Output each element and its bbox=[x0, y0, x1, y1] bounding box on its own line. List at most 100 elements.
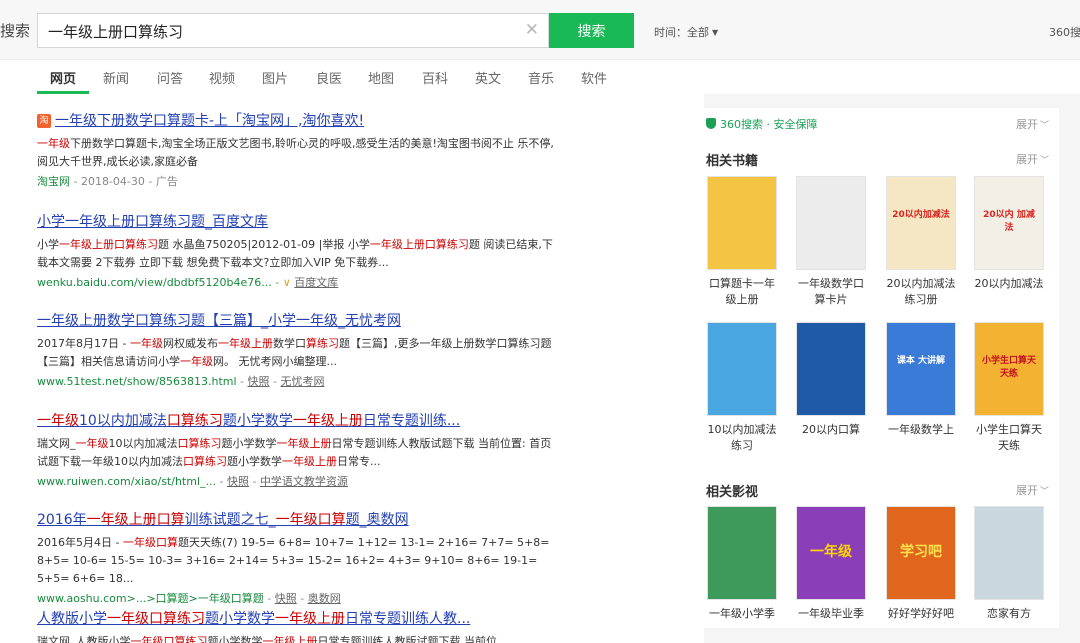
title-text: 2016年 bbox=[37, 512, 87, 528]
result-description: 2017年8月17日 - 一年级网权威发布一年级上册数学口算练习题【三篇】,更多… bbox=[37, 335, 557, 371]
video-label: 好好学好好吧 bbox=[888, 607, 954, 620]
source-link[interactable]: 无忧考网 bbox=[280, 375, 324, 388]
search-result: 2016年一年级上册口算训练试题之七_一年级口算题_奥数网 2016年5月4日 -… bbox=[37, 509, 557, 606]
video-label: 一年级小学季 bbox=[709, 607, 775, 620]
tab-item[interactable]: 新闻 bbox=[103, 68, 129, 87]
book-item[interactable]: 课本 大讲解 一年级数学上 bbox=[885, 322, 957, 438]
result-url-line: www.ruiwen.com/xiao/st/html_... - 快照 - 中… bbox=[37, 473, 557, 489]
result-description: 瑞文网_人教版小学一年级口算练习题小学数学一年级上册日常专题训练人教版试题下载 … bbox=[37, 633, 557, 643]
book-label: 20以内口算 bbox=[802, 423, 860, 436]
title-text: 小学一年级上册口算练习题_百度文库 bbox=[37, 214, 268, 230]
result-meta: - 2018-04-30 - 广告 bbox=[70, 175, 178, 188]
book-cover-image bbox=[707, 176, 777, 270]
book-cover-image: 20以内 加减法 bbox=[974, 176, 1044, 270]
source-link[interactable]: 中学语文教学资源 bbox=[260, 475, 348, 488]
title-text: 10以内加减法 bbox=[79, 413, 167, 429]
book-label: 20以内加减法练习册 bbox=[886, 277, 956, 306]
book-label: 口算题卡一年级上册 bbox=[709, 277, 775, 306]
tab-item[interactable]: 图片 bbox=[262, 68, 288, 87]
description-text: 题小学数学 bbox=[221, 437, 277, 450]
separator: - bbox=[296, 592, 308, 605]
video-item[interactable]: 一年级 一年级毕业季 bbox=[795, 506, 867, 622]
result-description: 小学一年级上册口算练习题 水晶鱼750205|2012-01-09 |举报 小学… bbox=[37, 236, 557, 272]
expand-safe-button[interactable]: 展开 ﹀ bbox=[1016, 116, 1049, 132]
search-result: 淘一年级下册数学口算题卡-上「淘宝网」,淘你喜欢! 一年级下册数学口算题卡,淘宝全… bbox=[37, 110, 557, 189]
book-item[interactable]: 20以内 加减法 20以内加减法 bbox=[973, 176, 1045, 292]
description-text: 一年级上册 bbox=[276, 437, 332, 450]
result-title-link[interactable]: 一年级10以内加减法口算练习题小学数学一年级上册日常专题训练... bbox=[37, 410, 557, 430]
source-link[interactable]: 百度文库 bbox=[294, 276, 338, 289]
result-url: wenku.baidu.com/view/dbdbf5120b4e76... bbox=[37, 276, 272, 289]
description-text: 2016年5月4日 - bbox=[37, 536, 123, 549]
cover-title: 小学生口算天天练 bbox=[981, 356, 1036, 379]
verified-icon: ∨ bbox=[282, 276, 295, 289]
expand-books-button[interactable]: 展开 ﹀ bbox=[1016, 151, 1049, 167]
search-button[interactable]: 搜索 bbox=[549, 13, 634, 48]
search-result: 人教版小学一年级口算练习题小学数学一年级上册日常专题训练人教... 瑞文网_人教版… bbox=[37, 608, 557, 643]
result-meta: - bbox=[271, 276, 283, 289]
snapshot-link[interactable]: 快照 bbox=[248, 375, 270, 388]
video-item[interactable]: 学习吧 好好学好好吧 bbox=[885, 506, 957, 622]
tab-item[interactable]: 视频 bbox=[209, 68, 235, 87]
book-item[interactable]: 10以内加减法练习 bbox=[706, 322, 778, 454]
tab-item[interactable]: 网页 bbox=[50, 68, 76, 87]
result-url-line: 淘宝网 - 2018-04-30 - 广告 bbox=[37, 173, 557, 189]
poster-title: 一年级 bbox=[810, 544, 852, 560]
title-text: 日常专题训练... bbox=[362, 413, 461, 429]
snapshot-link[interactable]: 快照 bbox=[275, 592, 297, 605]
chevron-down-icon: ﹀ bbox=[1039, 156, 1049, 166]
description-text: 数学口 bbox=[272, 337, 306, 350]
description-text: 一年级 bbox=[180, 355, 213, 368]
description-text: 一年级 bbox=[37, 137, 70, 150]
book-item[interactable]: 口算题卡一年级上册 bbox=[706, 176, 778, 308]
search-result: 一年级上册数学口算练习题【三篇】_小学一年级_无忧考网 2017年8月17日 - … bbox=[37, 310, 557, 389]
tab-item[interactable]: 良医 bbox=[316, 68, 342, 87]
result-title-link[interactable]: 2016年一年级上册口算训练试题之七_一年级口算题_奥数网 bbox=[37, 509, 557, 529]
search-result: 一年级10以内加减法口算练习题小学数学一年级上册日常专题训练... 瑞文网_一年级… bbox=[37, 410, 557, 489]
book-label: 一年级数学上 bbox=[888, 423, 954, 436]
result-title-link[interactable]: 淘一年级下册数学口算题卡-上「淘宝网」,淘你喜欢! bbox=[37, 110, 557, 130]
description-text: 一年级 bbox=[129, 337, 163, 350]
tab-item[interactable]: 英文 bbox=[475, 68, 501, 87]
separator: - bbox=[269, 375, 281, 388]
snapshot-link[interactable]: 快照 bbox=[227, 475, 249, 488]
tab-item[interactable]: 问答 bbox=[157, 68, 183, 87]
result-title-link[interactable]: 小学一年级上册口算练习题_百度文库 bbox=[37, 211, 557, 231]
search-box[interactable]: ✕ bbox=[37, 13, 549, 48]
result-url-line: www.aoshu.com>...>口算题>一年级口算题 - 快照 - 奥数网 bbox=[37, 590, 557, 606]
book-item[interactable]: 一年级数学口算卡片 bbox=[795, 176, 867, 308]
result-title-link[interactable]: 一年级上册数学口算练习题【三篇】_小学一年级_无忧考网 bbox=[37, 310, 557, 330]
book-label: 10以内加减法练习 bbox=[707, 423, 777, 452]
description-text: 一年级上册 bbox=[217, 337, 273, 350]
chevron-down-icon: ﹀ bbox=[1039, 121, 1049, 131]
source-link[interactable]: 奥数网 bbox=[308, 592, 341, 605]
video-item[interactable]: 恋家有方 bbox=[973, 506, 1045, 622]
tab-item[interactable]: 音乐 bbox=[528, 68, 554, 87]
description-text: 一年级上册口算练习 bbox=[369, 238, 469, 251]
result-title-link[interactable]: 人教版小学一年级口算练习题小学数学一年级上册日常专题训练人教... bbox=[37, 608, 557, 628]
description-text: 题小学数学 bbox=[227, 455, 282, 468]
book-item[interactable]: 小学生口算天天练 小学生口算天天练 bbox=[973, 322, 1045, 454]
clear-icon[interactable]: ✕ bbox=[525, 20, 539, 40]
description-text: 题 水晶鱼750205|2012-01-09 |举报 小学 bbox=[158, 238, 370, 251]
title-text: 一年级 bbox=[37, 413, 79, 429]
video-item[interactable]: 一年级小学季 bbox=[706, 506, 778, 622]
book-item[interactable]: 20以内加减法 20以内加减法练习册 bbox=[885, 176, 957, 308]
tab-item[interactable]: 百科 bbox=[422, 68, 448, 87]
description-text: 日常专题训练人教版试题下载 当前位 bbox=[317, 635, 498, 643]
expand-videos-button[interactable]: 展开 ﹀ bbox=[1016, 482, 1049, 498]
description-text: 一年级 bbox=[75, 437, 109, 450]
time-filter-dropdown[interactable]: 时间：全部 ▼ bbox=[654, 24, 718, 40]
book-cover-image bbox=[796, 322, 866, 416]
chevron-down-icon: ﹀ bbox=[1039, 487, 1049, 497]
book-item[interactable]: 20以内口算 bbox=[795, 322, 867, 438]
shield-icon bbox=[706, 118, 716, 129]
title-text: 口算练习 bbox=[166, 413, 223, 429]
video-label: 恋家有方 bbox=[987, 607, 1031, 620]
result-url: www.ruiwen.com/xiao/st/html_... bbox=[37, 475, 216, 488]
tab-item[interactable]: 地图 bbox=[368, 68, 394, 87]
search-input[interactable] bbox=[48, 22, 518, 40]
result-description: 瑞文网_一年级10以内加减法口算练习题小学数学一年级上册日常专题训练人教版试题下… bbox=[37, 435, 557, 471]
result-description: 2016年5月4日 - 一年级口算题天天练(7) 19-5= 6+8= 10+7… bbox=[37, 534, 557, 588]
tab-item[interactable]: 软件 bbox=[581, 68, 607, 87]
